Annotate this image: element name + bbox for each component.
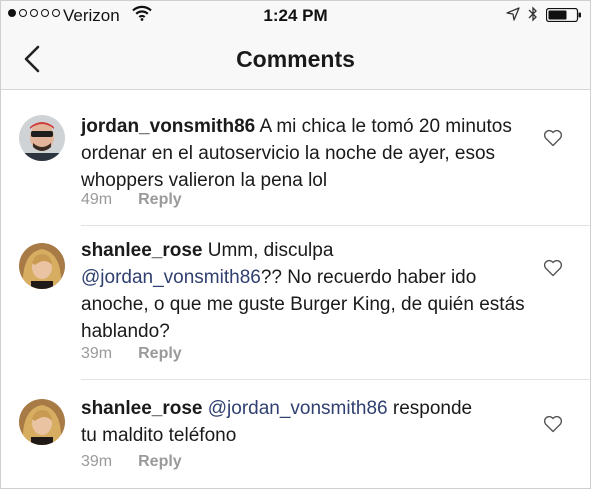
divider <box>81 225 590 226</box>
comment-meta: 39m Reply <box>81 345 182 363</box>
heart-icon[interactable] <box>543 129 563 152</box>
heart-icon[interactable] <box>543 415 563 438</box>
reply-button[interactable]: Reply <box>138 453 182 470</box>
comment-body: Umm, disculpa <box>202 240 334 261</box>
heart-icon[interactable] <box>543 259 563 282</box>
reply-button[interactable]: Reply <box>138 345 182 362</box>
status-bar: Verizon 1:24 PM <box>1 1 590 29</box>
comment-item: jordan_vonsmith86 A mi chica le tomó 20 … <box>1 107 590 229</box>
bluetooth-icon <box>528 6 538 27</box>
comment-meta: 39m Reply <box>81 453 182 471</box>
comment-item: shanlee_rose @jordan_vonsmith86 responde… <box>1 387 590 489</box>
comment-username[interactable]: jordan_vonsmith86 <box>81 116 255 137</box>
mention-link[interactable]: @jordan_vonsmith86 <box>81 267 261 288</box>
status-time: 1:24 PM <box>263 6 328 25</box>
avatar[interactable] <box>19 115 65 161</box>
comment-text: shanlee_rose @jordan_vonsmith86 responde… <box>81 395 481 449</box>
divider <box>81 379 590 380</box>
comment-timestamp: 39m <box>81 345 113 362</box>
avatar[interactable] <box>19 243 65 289</box>
battery-icon <box>545 7 582 27</box>
page-title: Comments <box>236 46 355 72</box>
comment-username[interactable]: shanlee_rose <box>81 398 202 419</box>
comment-username[interactable]: shanlee_rose <box>81 240 202 261</box>
comment-timestamp: 39m <box>81 453 113 470</box>
comment-text: shanlee_rose Umm, disculpa @jordan_vonsm… <box>81 237 536 345</box>
comment-meta: 49m Reply <box>81 191 182 209</box>
mention-link[interactable]: @jordan_vonsmith86 <box>208 398 388 419</box>
comment-text: jordan_vonsmith86 A mi chica le tomó 20 … <box>81 113 536 194</box>
location-icon <box>506 7 520 26</box>
reply-button[interactable]: Reply <box>138 191 182 208</box>
navigation-bar: Comments <box>1 29 590 90</box>
avatar[interactable] <box>19 399 65 445</box>
comment-item: shanlee_rose Umm, disculpa @jordan_vonsm… <box>1 233 590 379</box>
comment-timestamp: 49m <box>81 191 113 208</box>
